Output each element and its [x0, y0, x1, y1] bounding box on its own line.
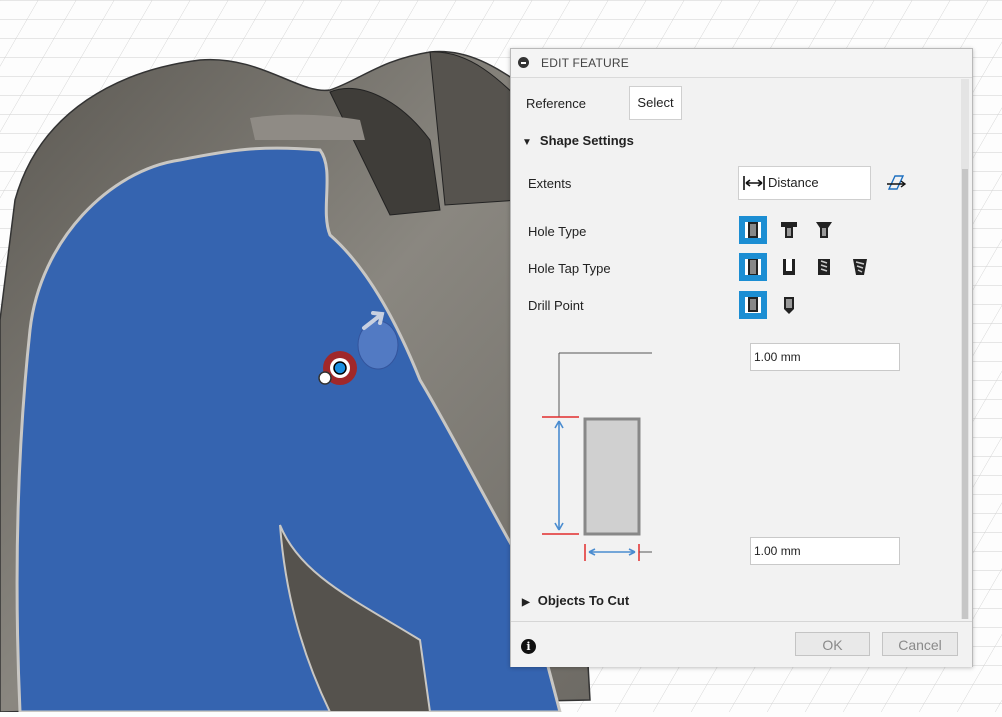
extents-label: Extents: [528, 176, 572, 191]
extents-value: Distance: [768, 175, 819, 190]
shape-settings-label: Shape Settings: [539, 133, 634, 148]
info-icon[interactable]: i: [521, 639, 536, 654]
drill-point-label: Drill Point: [528, 298, 584, 313]
ok-button[interactable]: OK: [795, 632, 870, 656]
tap-type-tapped-button[interactable]: [810, 253, 838, 281]
angled-drill-point-icon: [784, 297, 794, 314]
reference-label: Reference: [526, 96, 586, 111]
collapsed-triangle-icon: ▶: [522, 597, 530, 608]
distance-icon: [743, 176, 765, 190]
edit-feature-dialog: EDIT FEATURE Reference Select ▼ Shape Set…: [510, 48, 973, 667]
flip-direction-icon[interactable]: [885, 173, 907, 193]
counterbore-hole-icon: [781, 222, 797, 238]
tapped-icon: [818, 259, 830, 275]
countersink-hole-icon: [816, 222, 832, 238]
dialog-title-bar[interactable]: EDIT FEATURE: [511, 49, 972, 78]
expanded-triangle-icon: ▼: [522, 137, 532, 148]
dialog-scrollbar[interactable]: [961, 79, 969, 619]
hole-tap-type-label: Hole Tap Type: [528, 261, 611, 276]
hole-type-countersink-button[interactable]: [810, 216, 838, 244]
hole-dimension-diagram: [542, 352, 652, 561]
tap-type-simple-button[interactable]: [739, 253, 767, 281]
drill-point-flat-button[interactable]: [739, 291, 767, 319]
simple-tap-icon: [745, 259, 761, 275]
hole-type-counterbore-button[interactable]: [775, 216, 803, 244]
collapse-dialog-icon[interactable]: [518, 57, 529, 68]
extents-dropdown[interactable]: Distance: [738, 166, 871, 200]
hole-type-label: Hole Type: [528, 224, 587, 239]
drill-point-angled-button[interactable]: [775, 291, 803, 319]
dialog-footer: i OK Cancel: [511, 621, 972, 667]
flat-drill-point-icon: [745, 297, 761, 313]
shape-settings-header[interactable]: ▼ Shape Settings: [522, 133, 634, 148]
clearance-tap-icon: [783, 259, 795, 275]
hole-type-simple-button[interactable]: [739, 216, 767, 244]
simple-hole-icon: [745, 222, 761, 238]
cancel-button[interactable]: Cancel: [882, 632, 958, 656]
objects-to-cut-header[interactable]: ▶ Objects To Cut: [522, 593, 629, 608]
diameter-input[interactable]: 1.00 mm: [750, 537, 900, 565]
objects-to-cut-label: Objects To Cut: [537, 593, 630, 608]
scrollbar-thumb[interactable]: [962, 169, 968, 619]
dialog-title: EDIT FEATURE: [541, 56, 629, 70]
tap-type-taper-tapped-button[interactable]: [846, 253, 874, 281]
taper-tapped-icon: [853, 259, 867, 275]
reference-select-button[interactable]: Select: [629, 86, 682, 120]
tap-type-clearance-button[interactable]: [775, 253, 803, 281]
depth-input[interactable]: 1.00 mm: [750, 343, 900, 371]
